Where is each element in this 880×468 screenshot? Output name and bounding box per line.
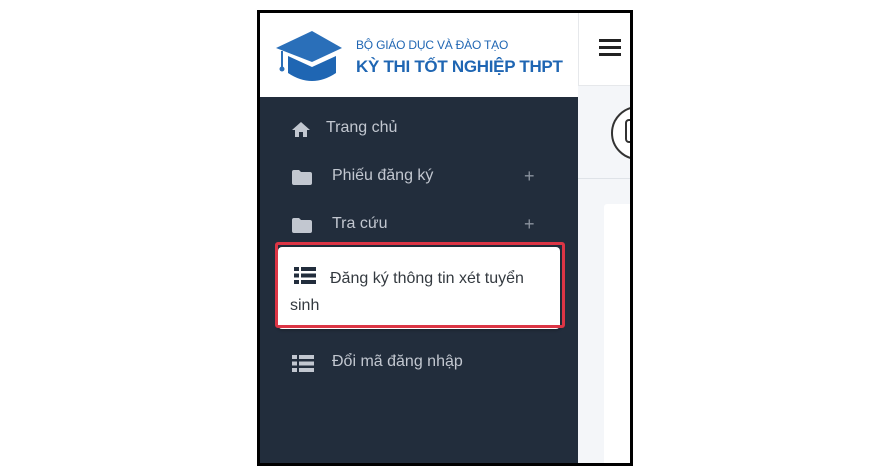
main-content xyxy=(578,86,630,463)
top-navbar xyxy=(578,13,630,86)
content-card xyxy=(604,204,630,463)
plus-icon[interactable]: + xyxy=(524,166,535,187)
brand-header[interactable]: BỘ GIÁO DỤC VÀ ĐÀO TẠO KỲ THI TỐT NGHIỆP… xyxy=(260,13,578,97)
sidebar-item-label: Trang chủ xyxy=(326,119,398,136)
sidebar: Trang chủ Phiếu đăng ký + Tra cứu + Đăng… xyxy=(260,97,578,463)
app-window: BỘ GIÁO DỤC VÀ ĐÀO TẠO KỲ THI TỐT NGHIỆP… xyxy=(257,10,633,466)
round-action-button[interactable] xyxy=(611,106,630,160)
sidebar-item-home[interactable]: Trang chủ xyxy=(260,119,578,159)
folder-icon xyxy=(292,218,312,233)
plus-icon[interactable]: + xyxy=(524,214,535,235)
graduation-cap-icon xyxy=(276,31,342,81)
sidebar-item-label: Đổi mã đăng nhập xyxy=(332,353,463,370)
sidebar-item-registration-form[interactable]: Phiếu đăng ký + xyxy=(260,166,578,207)
hamburger-menu-icon[interactable] xyxy=(599,39,621,57)
list-icon xyxy=(292,355,314,372)
folder-icon xyxy=(292,170,312,185)
sidebar-item-label: Tra cứu xyxy=(332,215,388,232)
highlight-box xyxy=(275,242,565,328)
exam-title: KỲ THI TỐT NGHIỆP THPT xyxy=(356,57,563,76)
home-icon xyxy=(292,122,310,137)
button-glyph xyxy=(625,119,630,143)
sidebar-item-change-login-code[interactable]: Đổi mã đăng nhập xyxy=(260,353,578,393)
org-name: BỘ GIÁO DỤC VÀ ĐÀO TẠO xyxy=(356,38,509,52)
content-divider xyxy=(578,178,630,179)
sidebar-item-label: Phiếu đăng ký xyxy=(332,167,434,184)
